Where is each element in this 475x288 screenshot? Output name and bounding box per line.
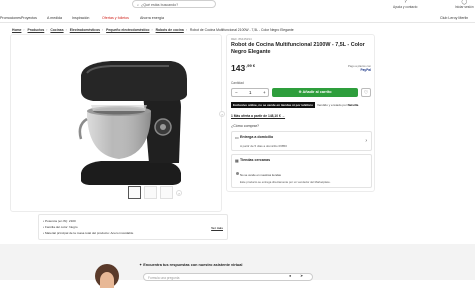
paypal-logo[interactable]: PayPal bbox=[348, 68, 371, 72]
quantity-value[interactable]: 1 bbox=[249, 90, 252, 95]
nav-item-a-medida[interactable]: A medida bbox=[47, 16, 62, 20]
other-offers-link[interactable]: 1 Más oferta a partir de 148,10 € → bbox=[231, 114, 285, 118]
nav-item-ahorra-energia[interactable]: Ahorra energía bbox=[140, 16, 164, 20]
store-icon: ▦ bbox=[235, 158, 239, 163]
breadcrumb-cocinas[interactable]: Cocinas bbox=[50, 28, 63, 32]
payment-info: Pago a plazos con PayPal bbox=[347, 64, 371, 72]
main-nav: Promociones Proyectos A medida Inspiraci… bbox=[0, 13, 475, 23]
breadcrumb-productos[interactable]: Productos bbox=[28, 28, 45, 32]
thumbnail-1[interactable] bbox=[128, 186, 141, 199]
breadcrumb-home[interactable]: Home bbox=[12, 28, 21, 32]
nearby-stores-panel: ▦ Tiendas cercanas No se vende en nuestr… bbox=[231, 154, 372, 188]
nav-item-proyectos[interactable]: Proyectos bbox=[21, 16, 37, 20]
search-icon: ⌕ bbox=[137, 2, 140, 7]
breadcrumb: Home › Productos › Cocinas › Electrodomésti… bbox=[12, 28, 294, 32]
nav-item-club[interactable]: Club Leroy Merlin bbox=[440, 16, 468, 20]
help-button[interactable]: ? Ayuda y contacto bbox=[393, 0, 417, 9]
plus-icon[interactable]: + bbox=[263, 90, 266, 95]
seller-info: Exclusivo online, no se vende en tiendas… bbox=[231, 102, 359, 108]
product-ref: REF. 86445294 bbox=[231, 37, 252, 41]
unavailable-icon bbox=[236, 172, 239, 175]
quantity-label: Cantidad bbox=[231, 81, 244, 85]
spec-item: • Familia del color: Negro bbox=[43, 225, 78, 229]
how-to-buy-title: ¿Cómo comprar? bbox=[231, 124, 259, 128]
home-delivery-option[interactable]: ▭ Entrega a domicilio A partir de 5 días… bbox=[231, 131, 372, 151]
quantity-stepper: − 1 + bbox=[231, 88, 269, 97]
assistant-face bbox=[100, 272, 114, 288]
minus-icon[interactable]: − bbox=[235, 90, 238, 95]
nav-item-inspiracion[interactable]: Inspiración bbox=[72, 16, 89, 20]
product-image bbox=[78, 61, 187, 185]
gallery-next-button[interactable]: › bbox=[219, 111, 225, 117]
add-to-cart-button[interactable]: ⊕ Añadir al carrito bbox=[272, 88, 358, 97]
spec-item: • Potencia (en W): 2100 bbox=[43, 219, 76, 223]
microphone-icon[interactable]: ● bbox=[289, 273, 291, 278]
top-bar: ⌕ ¿Qué estás buscando? ? Ayuda y contacto… bbox=[0, 0, 475, 12]
exclusive-badge: Exclusivo online, no se vende en tiendas… bbox=[231, 102, 316, 108]
seller-link[interactable]: Netsilla bbox=[348, 103, 359, 107]
product-title: Robot de Cocina Multifuncional 2100W - 7… bbox=[231, 42, 365, 55]
breadcrumb-pequeno-electrodomestico[interactable]: Pequeño electrodoméstico bbox=[106, 28, 149, 32]
favorite-button[interactable]: ♡ bbox=[361, 88, 371, 97]
see-more-link[interactable]: Ver más bbox=[211, 226, 223, 230]
product-specs: • Potencia (en W): 2100 • Familia del co… bbox=[38, 214, 228, 240]
thumbnails-next-button[interactable]: › bbox=[176, 190, 182, 196]
product-gallery: › bbox=[10, 34, 225, 212]
search-input[interactable]: ⌕ ¿Qué estás buscando? bbox=[132, 0, 216, 8]
product-price: 143,99 € bbox=[231, 63, 256, 73]
chevron-right-icon: › bbox=[178, 191, 180, 196]
heart-icon: ♡ bbox=[363, 90, 369, 96]
breadcrumb-electrodomesticos[interactable]: Electrodomésticos bbox=[70, 28, 100, 32]
nav-item-promociones[interactable]: Promociones bbox=[0, 16, 21, 20]
assistant-title: ✦ Encuentra tus respuestas con nuestro a… bbox=[139, 263, 243, 267]
login-button[interactable]: ◯ Iniciar sesión bbox=[455, 0, 474, 9]
breadcrumb-robots-de-cocina[interactable]: Robots de cocina bbox=[156, 28, 184, 32]
truck-icon: ▭ bbox=[235, 135, 239, 140]
send-icon[interactable]: ➤ bbox=[300, 273, 303, 278]
breadcrumb-current: Robot de Cocina Multifuncional 2100W - 7… bbox=[189, 28, 294, 32]
spec-item: • Material principal de la masa total de… bbox=[43, 231, 134, 235]
thumbnail-2[interactable] bbox=[144, 186, 157, 199]
nav-item-ofertas[interactable]: Ofertas y folletos bbox=[102, 16, 129, 20]
chevron-right-icon: › bbox=[365, 138, 367, 144]
chevron-right-icon: › bbox=[221, 112, 223, 117]
thumbnail-3[interactable] bbox=[160, 186, 173, 199]
